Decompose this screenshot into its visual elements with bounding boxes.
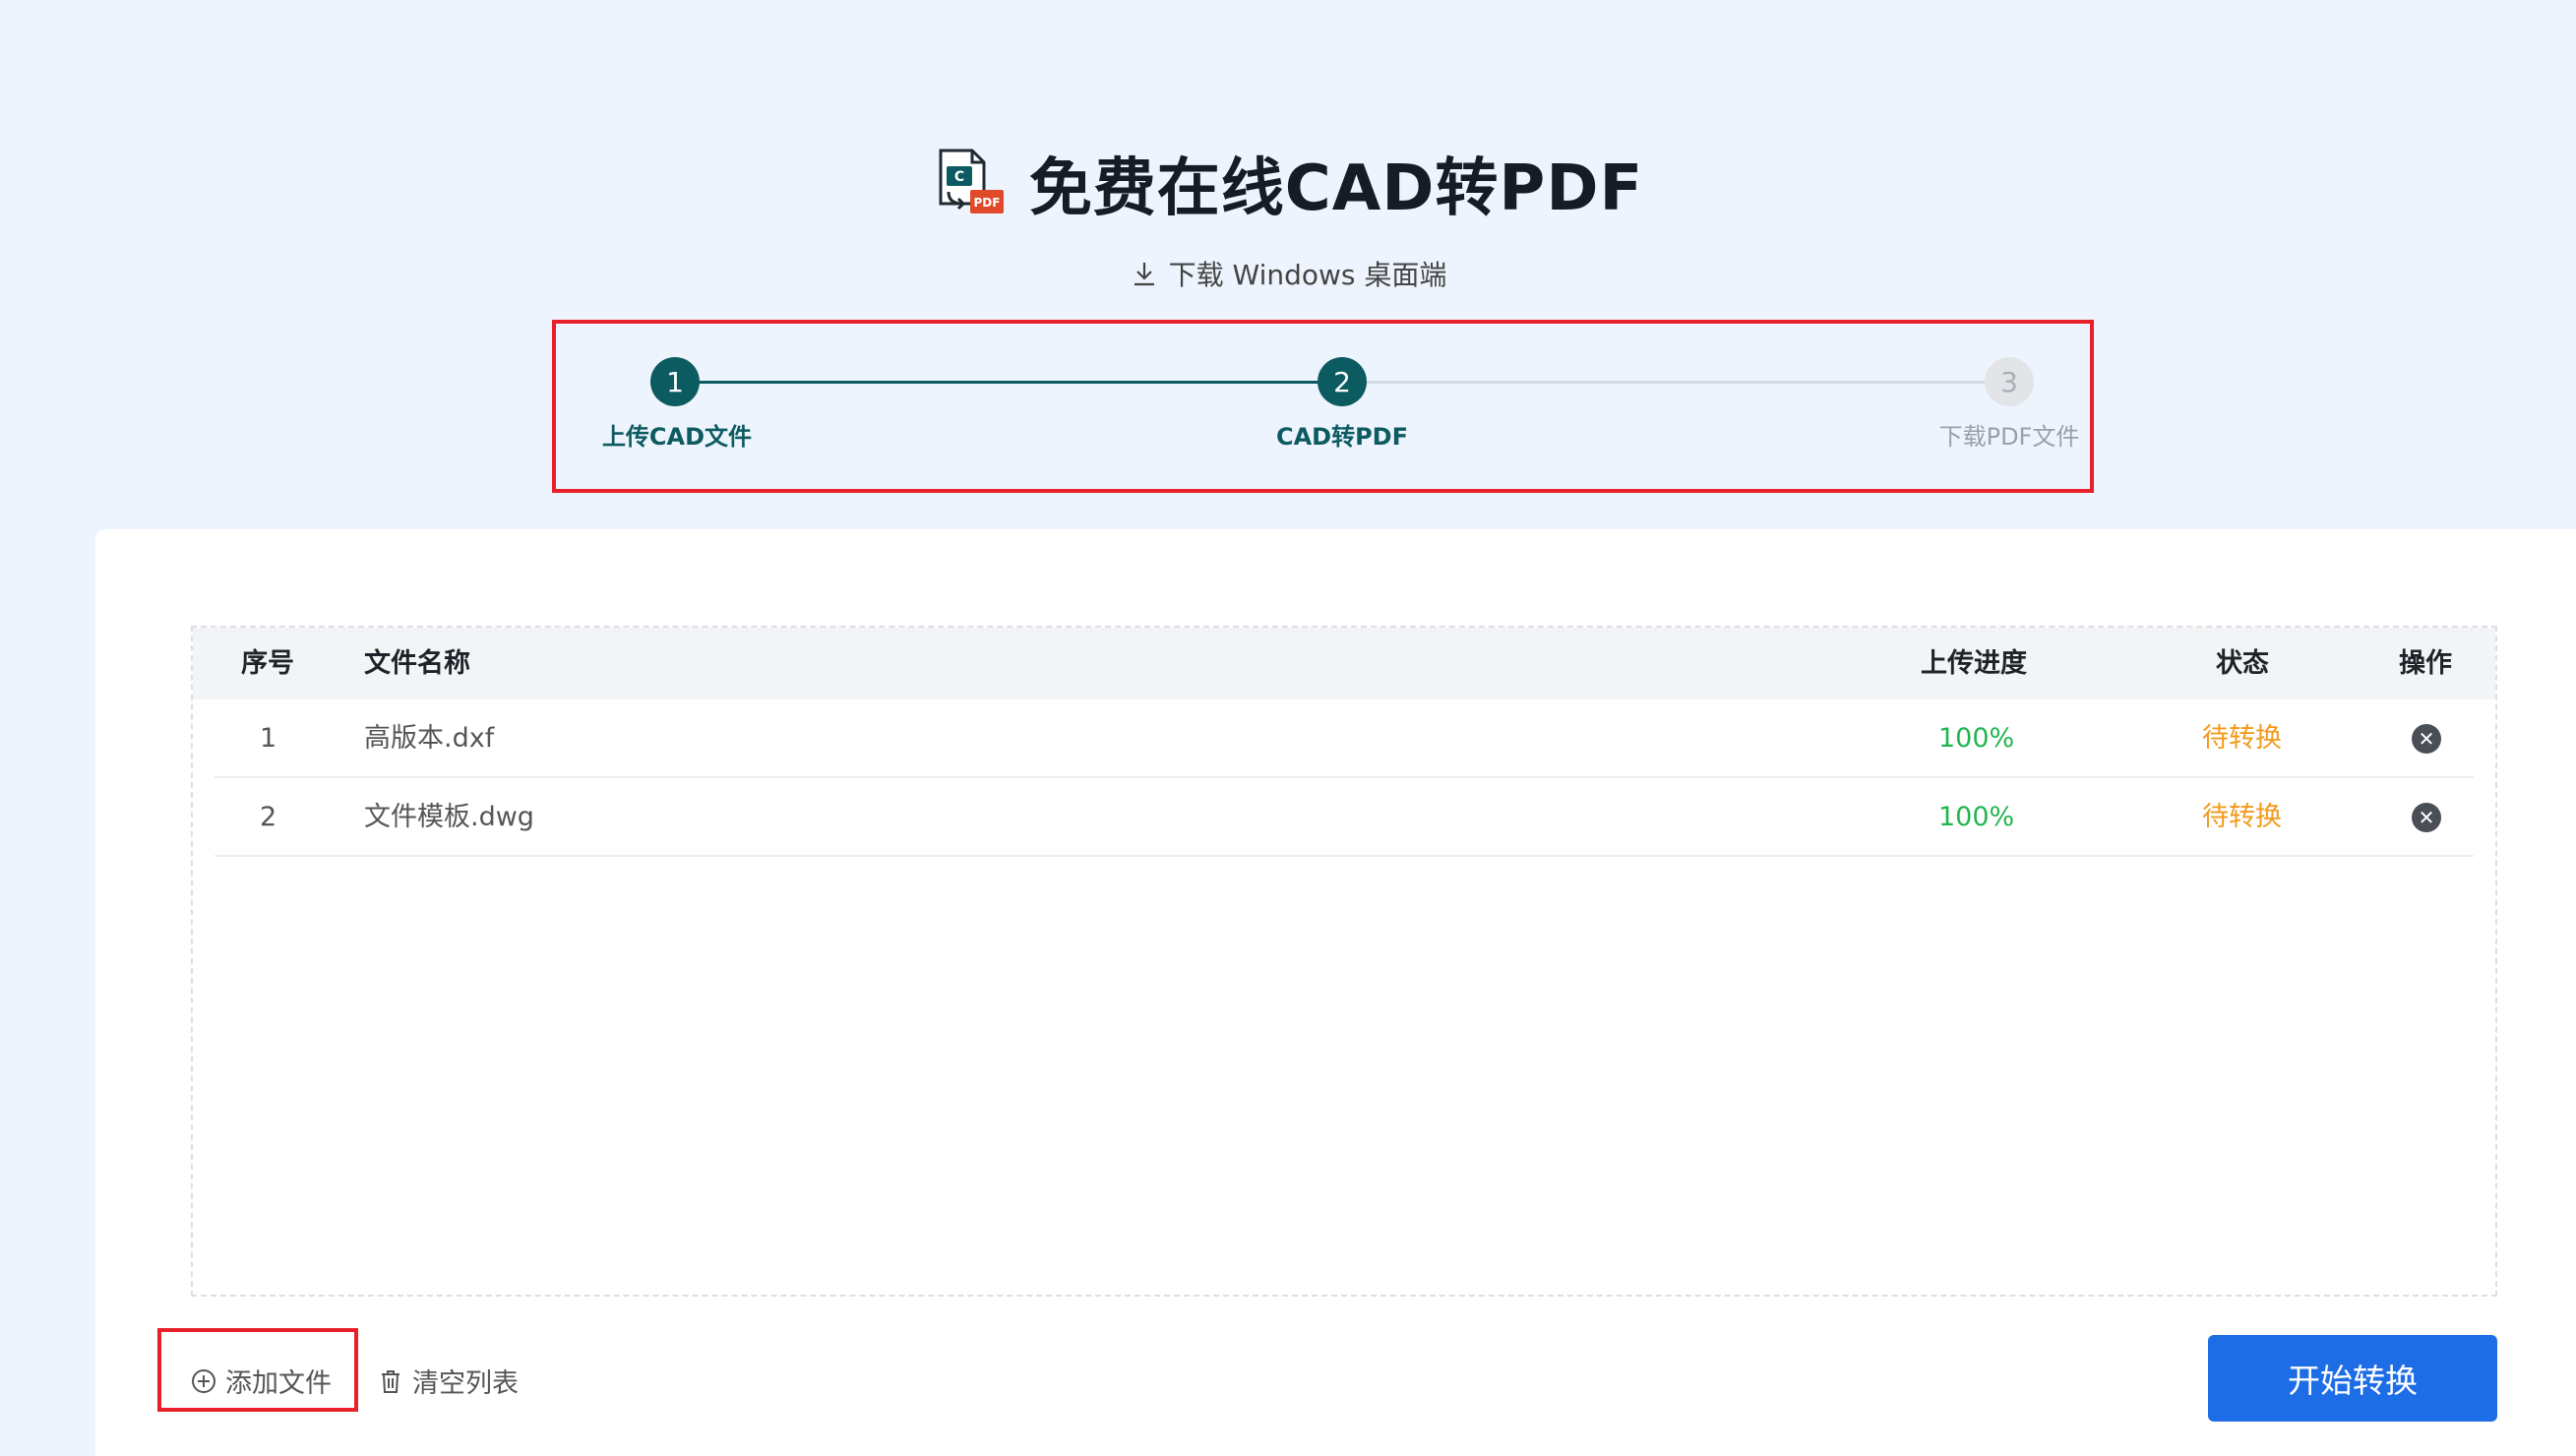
row-1-index: 1 <box>260 723 277 754</box>
table-header <box>193 628 2495 699</box>
steps-highlight-box <box>552 320 2094 493</box>
row-2-progress: 100% <box>1938 802 2015 832</box>
logo-letter: C <box>954 169 964 185</box>
download-desktop-label: 下载 Windows 桌面端 <box>1168 259 1447 291</box>
close-icon: ✕ <box>2418 727 2435 751</box>
download-icon <box>1134 263 1154 286</box>
row-1-filename: 高版本.dxf <box>364 723 495 754</box>
close-icon: ✕ <box>2418 806 2435 829</box>
column-header-index: 序号 <box>241 648 294 679</box>
step-2-circle: 2 <box>1318 357 1367 406</box>
page-title: 免费在线CAD转PDF <box>1028 152 1644 225</box>
download-desktop-link[interactable]: 下载 Windows 桌面端 <box>0 254 2576 293</box>
file-table <box>191 626 2497 1297</box>
step-3-label: 下载PDF文件 <box>1938 423 2080 451</box>
plus-circle-icon <box>192 1368 215 1393</box>
row-1-progress: 100% <box>1938 723 2015 754</box>
column-header-status: 状态 <box>2216 648 2269 679</box>
column-header-name: 文件名称 <box>364 648 470 679</box>
clear-list-label: 清空列表 <box>412 1368 519 1399</box>
column-header-progress: 上传进度 <box>1921 648 2027 679</box>
step-1-label: 上传CAD文件 <box>601 423 753 451</box>
row-divider <box>215 776 2474 778</box>
column-header-action: 操作 <box>2399 648 2452 679</box>
trash-icon <box>382 1369 399 1393</box>
add-file-label: 添加文件 <box>225 1368 332 1399</box>
step-connector-2-3 <box>1342 381 2009 384</box>
row-2-status: 待转换 <box>2202 802 2282 832</box>
start-conversion-button[interactable]: 开始转换 <box>2208 1335 2497 1422</box>
cad-to-pdf-logo-icon: C PDF <box>939 149 1004 213</box>
row-1-remove-button[interactable]: ✕ <box>2412 724 2441 754</box>
logo-pdf-text: PDF <box>973 196 1000 210</box>
row-1-status: 待转换 <box>2202 723 2282 754</box>
step-3-circle: 3 <box>1985 357 2034 406</box>
row-2-filename: 文件模板.dwg <box>364 802 534 832</box>
step-2-label: CAD转PDF <box>1275 423 1408 451</box>
add-file-button[interactable]: 添加文件 <box>190 1362 332 1400</box>
row-divider <box>215 855 2474 857</box>
step-connector-1-2 <box>675 381 1342 384</box>
clear-list-button[interactable]: 清空列表 <box>377 1362 519 1400</box>
step-1-circle: 1 <box>650 357 700 406</box>
row-2-index: 2 <box>260 802 277 832</box>
row-2-remove-button[interactable]: ✕ <box>2412 803 2441 832</box>
page-header: C PDF 免费在线CAD转PDF <box>0 138 2576 228</box>
